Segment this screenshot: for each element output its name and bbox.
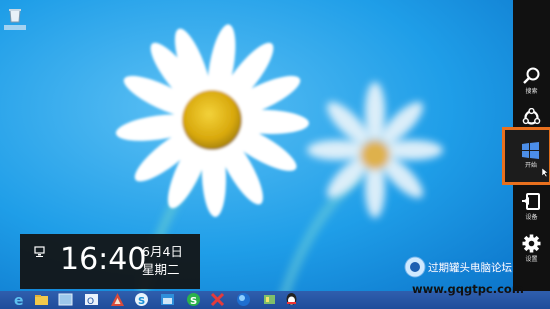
- recycle-bin-icon[interactable]: [4, 6, 26, 32]
- app-red-icon[interactable]: [210, 292, 225, 307]
- watermark: 过期罐头电脑论坛 www.gqgtpc.com: [400, 252, 548, 302]
- clock-time: 16:40: [60, 242, 147, 277]
- network-icon: [34, 246, 45, 257]
- share-icon: [522, 108, 541, 125]
- watermark-url: www.gqgtpc.com: [412, 282, 524, 296]
- app-globe-icon[interactable]: [236, 292, 251, 307]
- app-green-icon[interactable]: S: [186, 292, 201, 307]
- devices-icon: [522, 193, 540, 210]
- charms-bar: 搜索 共享 开始: [502, 0, 550, 291]
- recycle-bin-label: [4, 25, 26, 30]
- app-photos-icon[interactable]: [160, 292, 175, 307]
- ie-icon[interactable]: e: [12, 292, 27, 307]
- app-s-icon[interactable]: S: [134, 292, 149, 307]
- mouse-cursor-icon: [542, 168, 548, 177]
- clock-weekday: 星期二: [142, 262, 180, 277]
- explorer-window-icon[interactable]: [58, 292, 73, 307]
- search-icon: [523, 67, 540, 84]
- desktop: 16:40 6月4日 星期二 搜索 共享: [0, 0, 550, 309]
- watermark-title: 过期罐头电脑论坛: [428, 262, 512, 274]
- folder-icon[interactable]: [34, 292, 49, 307]
- svg-text:O: O: [87, 297, 94, 307]
- charm-start[interactable]: 开始: [502, 127, 550, 185]
- watermark-logo-icon: [404, 256, 426, 278]
- outlook-icon[interactable]: O: [84, 292, 99, 307]
- svg-text:S: S: [190, 296, 197, 307]
- charm-search-label: 搜索: [525, 88, 538, 95]
- gear-icon: [522, 234, 541, 253]
- app-tools-icon[interactable]: [262, 292, 277, 307]
- svg-text:e: e: [14, 293, 24, 307]
- charm-devices-label: 设备: [525, 214, 538, 221]
- windows-start-icon: [522, 142, 539, 159]
- lock-clock-overlay: 16:40 6月4日 星期二: [20, 234, 200, 289]
- clock-date: 6月4日: [142, 244, 183, 259]
- qq-icon[interactable]: [284, 292, 299, 307]
- svg-text:S: S: [138, 296, 145, 307]
- app-a-icon[interactable]: [110, 292, 125, 307]
